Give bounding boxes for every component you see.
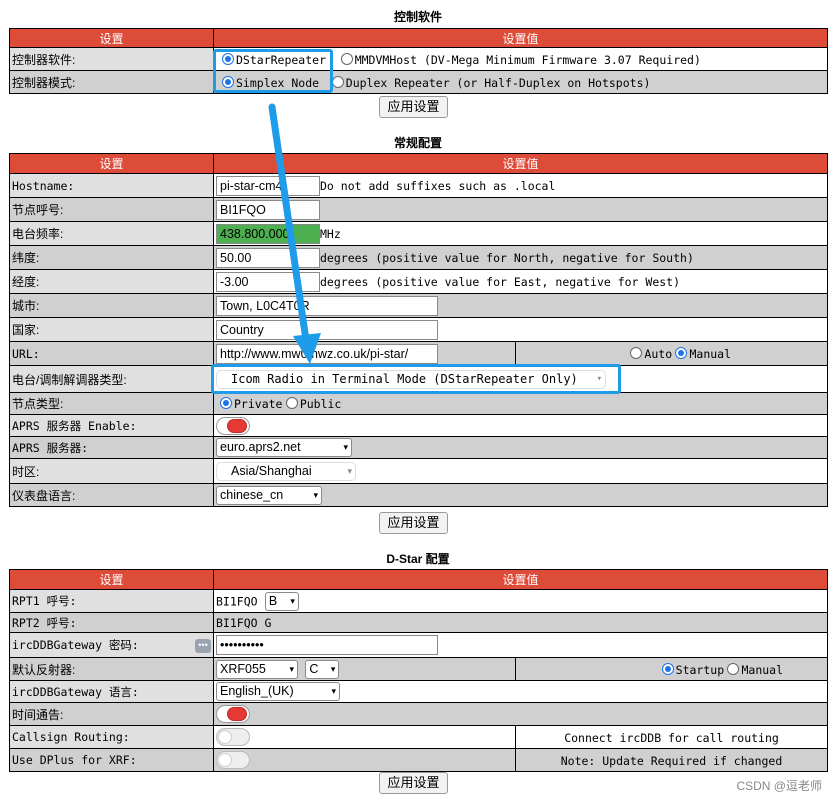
annotation-arrow-icon: [268, 103, 321, 364]
watermark: CSDN @逗老师: [736, 779, 822, 793]
